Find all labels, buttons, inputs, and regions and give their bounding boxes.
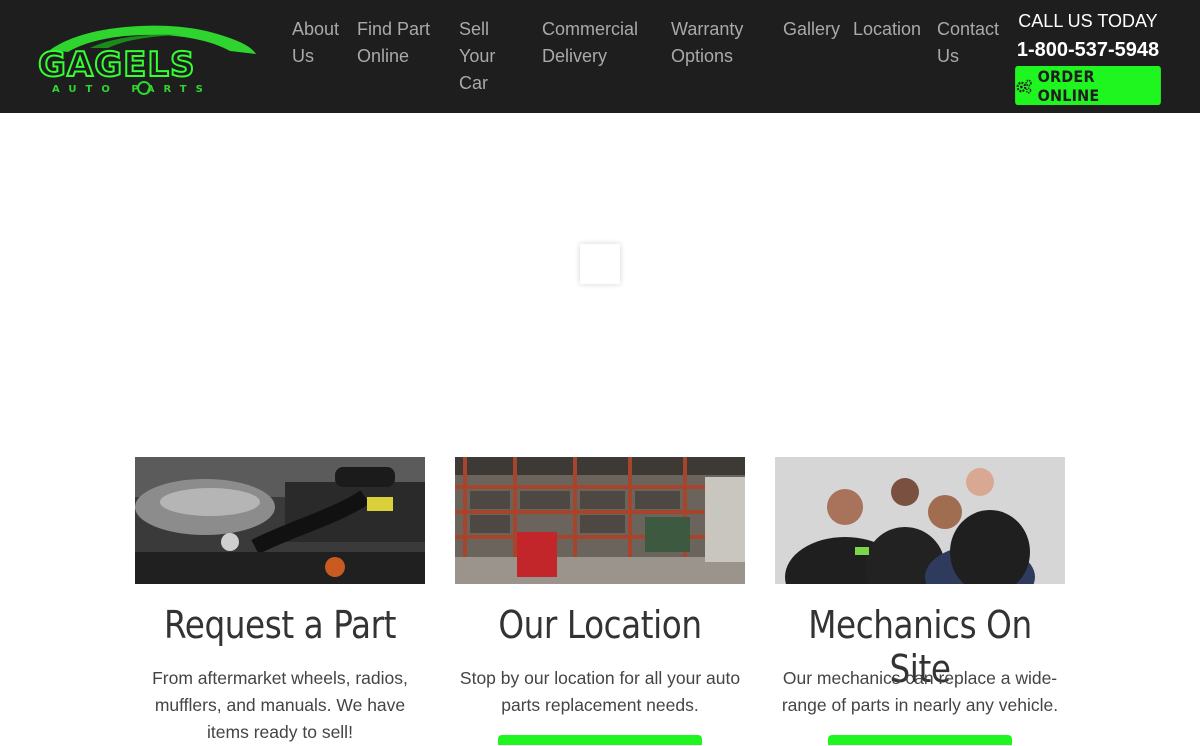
nav-sell-your-car[interactable]: Sell Your Car xyxy=(459,16,495,97)
card-title: Request a Part xyxy=(163,603,397,647)
nav-find-part-online[interactable]: Find Part Online xyxy=(357,16,430,70)
warehouse-photo[interactable] xyxy=(455,457,745,584)
card-mechanics-on-site: Mechanics On Site Our mechanics can repl… xyxy=(775,457,1065,745)
gears-icon xyxy=(1015,78,1033,94)
site-logo[interactable]: GAGELS AUTO PARTS xyxy=(30,18,270,98)
nav-warranty-options[interactable]: Warranty Options xyxy=(671,16,743,70)
phone-number[interactable]: 1-800-537-5948 xyxy=(1006,39,1170,62)
order-online-button[interactable]: ORDER ONLINE xyxy=(1015,66,1161,105)
card-text: Stop by our location for all your auto p… xyxy=(459,668,741,715)
order-online-label: ORDER ONLINE xyxy=(1037,66,1100,105)
logo-sub: AUTO PARTS xyxy=(52,84,212,95)
nav-gallery[interactable]: Gallery xyxy=(783,16,840,43)
card-text: From aftermarket wheels, radios, muffler… xyxy=(152,668,408,742)
card-cta-button[interactable] xyxy=(498,735,702,745)
logo-word: GAGELS xyxy=(38,45,196,85)
nav-about-us[interactable]: About Us xyxy=(292,16,339,70)
nav-contact-us[interactable]: Contact Us xyxy=(937,16,999,70)
nav-commercial-delivery[interactable]: Commercial Delivery xyxy=(542,16,638,70)
card-request-part: Request a Part From aftermarket wheels, … xyxy=(135,457,425,742)
card-text: Our mechanics can replace a wide-range o… xyxy=(781,668,1059,715)
call-us-label: CALL US TODAY xyxy=(1018,11,1158,31)
engine-bay-photo[interactable] xyxy=(135,457,425,584)
nav-location[interactable]: Location xyxy=(853,16,921,43)
logo-graphic: GAGELS AUTO PARTS xyxy=(37,25,256,95)
card-cta-button[interactable] xyxy=(828,735,1012,745)
site-header: GAGELS AUTO PARTS About Us Find Part Onlin… xyxy=(0,0,1200,113)
card-title: Our Location xyxy=(498,603,702,647)
card-our-location: Our Location Stop by our location for al… xyxy=(455,457,745,745)
loading-spinner xyxy=(580,244,620,284)
mechanics-team-photo[interactable] xyxy=(775,457,1065,584)
